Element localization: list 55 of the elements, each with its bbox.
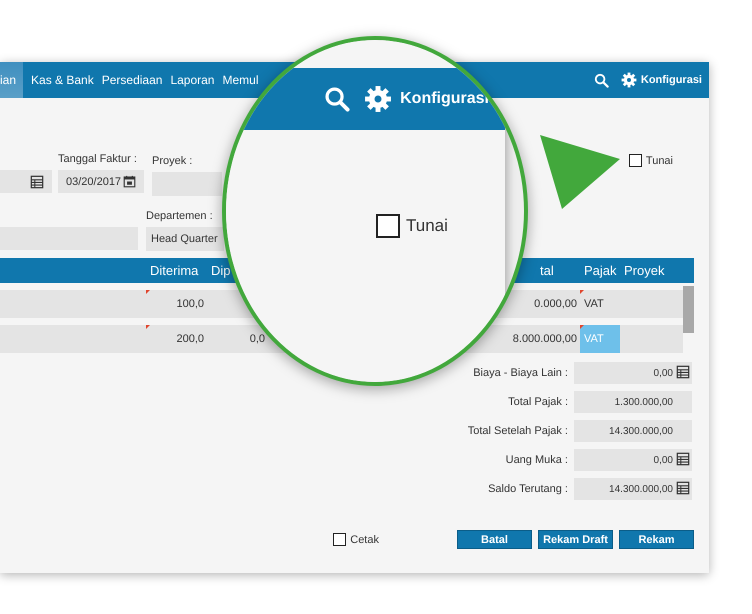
scrollbar-thumb[interactable]	[683, 286, 694, 333]
amount-field[interactable]: 0,00	[574, 449, 692, 471]
checkbox[interactable]	[376, 214, 400, 238]
table-cell: 0,0	[250, 333, 265, 345]
column-header[interactable]: tal	[530, 258, 580, 283]
field-label: Proyek :	[152, 155, 194, 169]
checkbox-label: Tunai	[406, 216, 448, 236]
checkbox[interactable]	[333, 533, 346, 546]
grid-icon	[676, 365, 690, 379]
grid-icon	[30, 174, 44, 188]
search-icon	[324, 86, 350, 112]
column-header[interactable]: Diterima	[146, 258, 210, 283]
table-cell: 100,0	[176, 298, 204, 310]
corner-flag-icon	[146, 290, 150, 294]
action-button[interactable]: Rekam	[619, 530, 694, 549]
corner-flag-icon	[580, 290, 584, 294]
grid-icon	[676, 481, 690, 495]
input-field[interactable]	[152, 172, 222, 196]
amount-field[interactable]: 14.300.000,00	[574, 478, 692, 500]
grid-icon	[676, 452, 690, 466]
corner-flag-icon	[146, 325, 150, 329]
menu-item[interactable]: Persediaan	[98, 72, 166, 88]
amount-field[interactable]: 1.300.000,00	[574, 391, 692, 413]
checkbox-label: Cetak	[350, 534, 379, 546]
amount-field[interactable]: 14.300.000,00	[574, 420, 692, 442]
date-field[interactable]: 03/20/2017	[58, 170, 144, 193]
dropdown-field[interactable]: Head Quarter	[146, 227, 224, 251]
settings-link[interactable]: Konfigurasi	[400, 90, 489, 108]
field-label: Biaya - Biaya Lain :	[473, 367, 568, 379]
search-icon	[594, 72, 609, 88]
field-label: Tanggal Faktur :	[58, 153, 138, 167]
checkbox[interactable]	[628, 154, 642, 167]
table-cell: 8.000.000,00	[512, 333, 577, 345]
table-cell[interactable]: VAT	[580, 290, 620, 318]
field-label: Uang Muka :	[506, 454, 568, 466]
table-cell: 200,0	[176, 333, 204, 345]
amount-field[interactable]: 0,00	[574, 362, 692, 384]
column-header[interactable]: Proyek	[620, 258, 683, 283]
input-field[interactable]	[0, 170, 52, 193]
field-label: Total Pajak :	[508, 396, 568, 408]
menu-item[interactable]: Kas & Bank	[27, 72, 98, 88]
action-button[interactable]: Rekam Draft	[538, 530, 613, 549]
column-header[interactable]: Pajak	[580, 258, 620, 283]
field-label: Total Setelah Pajak :	[468, 425, 568, 437]
settings-link[interactable]: Konfigurasi	[640, 74, 702, 86]
menu-item[interactable]: Laporan	[166, 72, 218, 88]
menu-item[interactable]: ian	[0, 62, 24, 98]
field-label: Saldo Terutang :	[488, 483, 568, 495]
field-label: Departemen :	[146, 210, 214, 224]
checkbox-label: Tunai	[646, 154, 673, 166]
action-button[interactable]: Batal	[457, 530, 532, 549]
calendar-icon	[123, 175, 136, 188]
gear-icon	[620, 72, 637, 88]
gear-icon	[364, 85, 392, 113]
table-cell: 0.000,00	[534, 298, 577, 310]
